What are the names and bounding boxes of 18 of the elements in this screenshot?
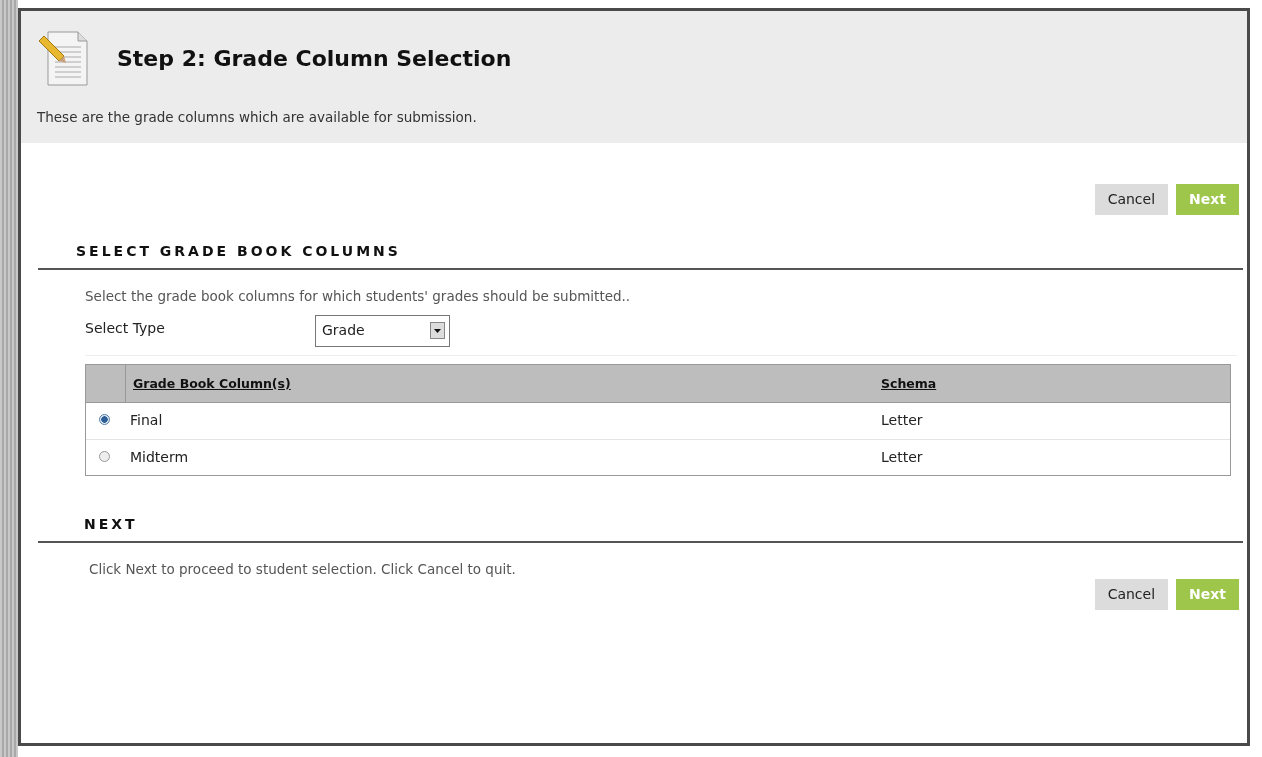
column-name-cell-text: Midterm: [129, 447, 190, 467]
section-heading: SELECT GRADE BOOK COLUMNS: [76, 243, 401, 260]
page-title: Step 2: Grade Column Selection: [117, 44, 512, 73]
column-header-link[interactable]: Schema: [881, 375, 937, 391]
column-name-cell-text: Final: [129, 411, 164, 430]
column-header-link[interactable]: Grade Book Column(s): [133, 375, 291, 391]
section-heading: NEXT: [84, 515, 138, 532]
radio-button[interactable]: [99, 414, 110, 425]
cancel-button[interactable]: Cancel: [1094, 184, 1169, 216]
schema-cell-text: Letter: [881, 411, 923, 430]
schema-cell-text: Letter: [881, 447, 923, 467]
section-instructions: Click Next to proceed to student selection. Click Cancel to quit.: [89, 559, 517, 579]
type-dropdown[interactable]: Grade: [315, 314, 450, 347]
type-label: Select Type: [85, 318, 166, 338]
section-instructions: Select the grade book columns for which students' grades should be submitted..: [85, 287, 632, 307]
cancel-button[interactable]: Cancel: [1094, 578, 1169, 610]
radio-button[interactable]: [99, 450, 110, 462]
page-description: These are the grade columns which are available for submission.: [37, 108, 478, 127]
